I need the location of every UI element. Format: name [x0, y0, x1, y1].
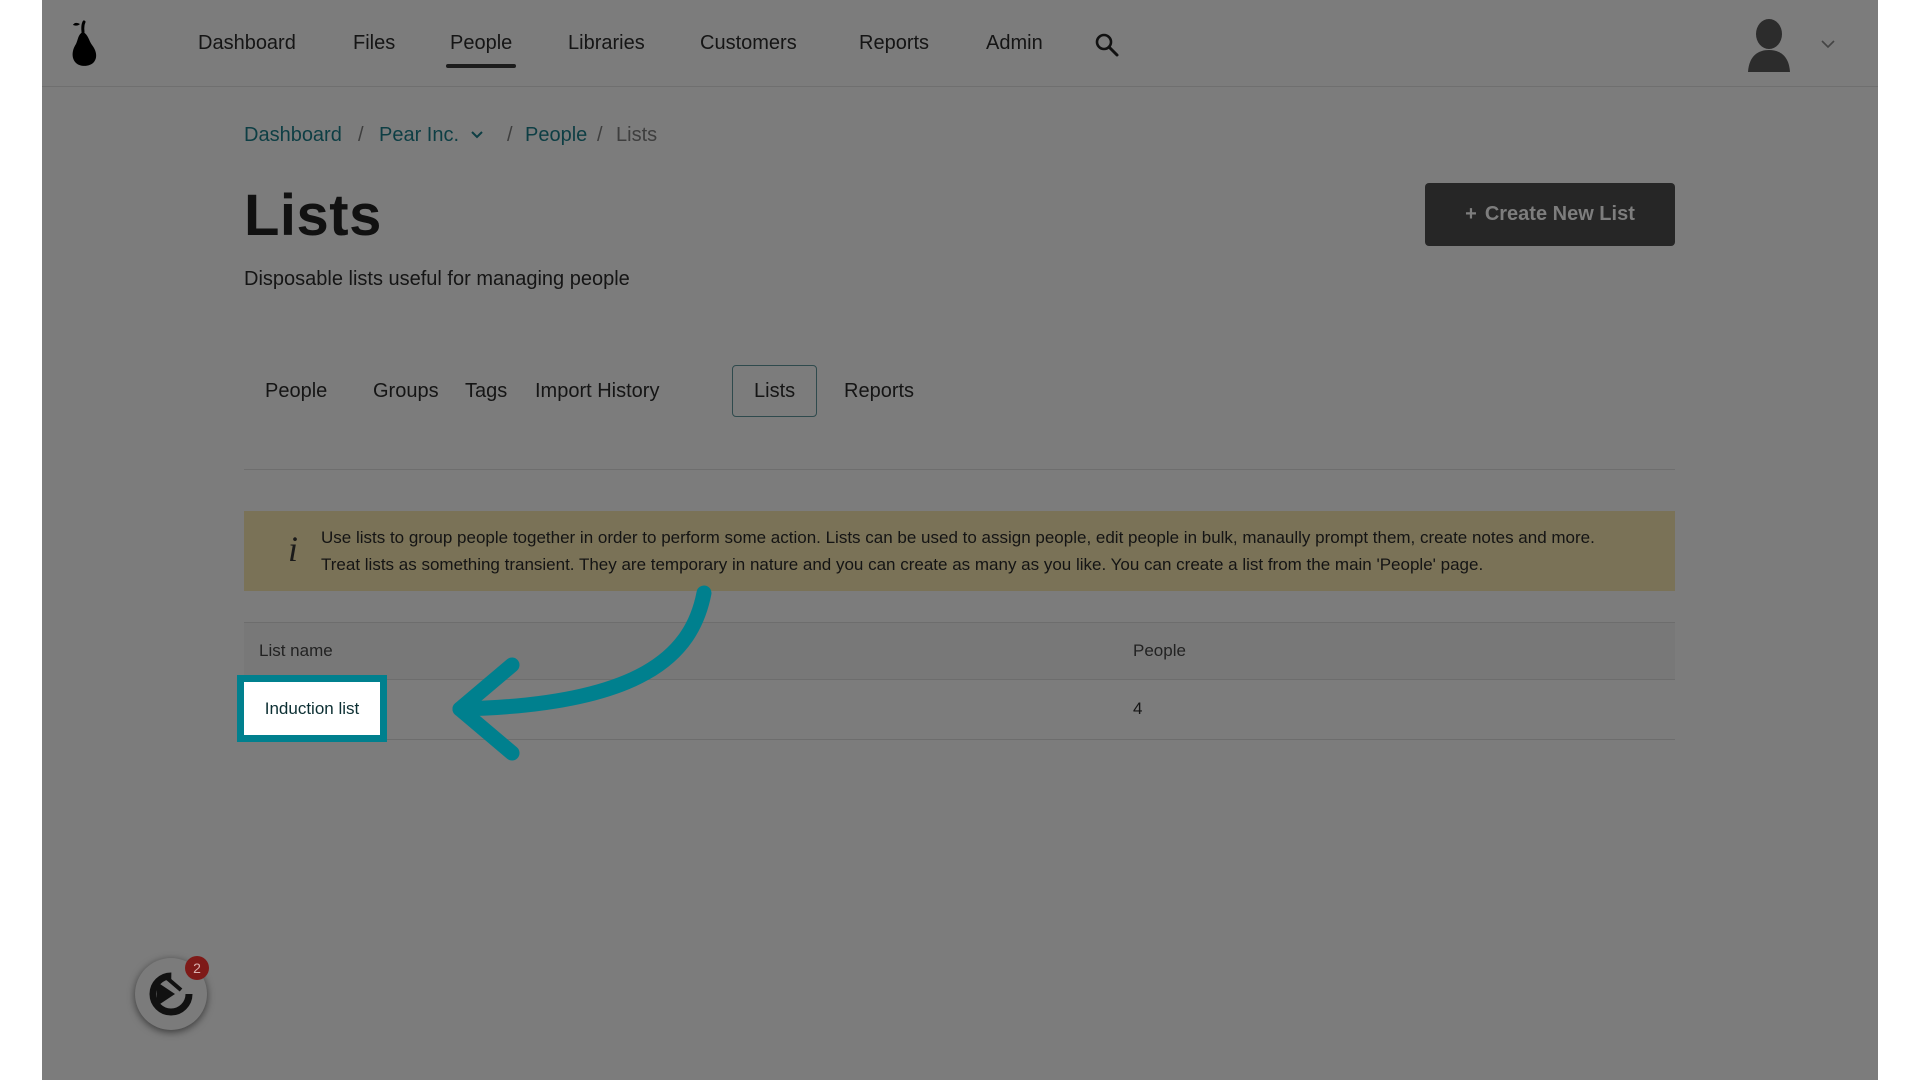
column-header-people[interactable]: People	[1133, 623, 1186, 679]
info-text: Use lists to group people together in or…	[321, 524, 1661, 578]
list-link-induction-list[interactable]: Induction list	[237, 675, 387, 742]
divider	[244, 469, 1675, 470]
breadcrumb-separator: /	[358, 124, 364, 146]
tab-lists[interactable]: Lists	[732, 365, 818, 417]
nav-libraries[interactable]: Libraries	[568, 28, 645, 58]
top-navbar: Dashboard Files People Libraries Custome…	[42, 0, 1878, 87]
tab-people[interactable]: People	[244, 365, 348, 417]
nav-files[interactable]: Files	[353, 28, 395, 58]
breadcrumb-org[interactable]: Pear Inc.	[379, 120, 459, 150]
tab-reports[interactable]: Reports	[823, 365, 935, 417]
breadcrumb-separator: /	[507, 124, 513, 146]
tab-import-history[interactable]: Import History	[514, 365, 680, 417]
breadcrumb-dashboard[interactable]: Dashboard	[244, 120, 342, 150]
page-subtitle: Disposable lists useful for managing peo…	[244, 268, 630, 290]
list-people-count: 4	[1133, 699, 1143, 718]
info-text-line: Use lists to group people together in or…	[321, 528, 1595, 547]
info-text-line: Treat lists as something transient. They…	[321, 555, 1484, 574]
column-header-list-name[interactable]: List name	[259, 623, 333, 679]
nav-customers[interactable]: Customers	[700, 28, 797, 58]
breadcrumb-current: Lists	[616, 124, 658, 146]
search-icon[interactable]	[1093, 31, 1121, 59]
plus-icon: +	[1465, 203, 1477, 225]
nav-reports[interactable]: Reports	[859, 28, 929, 58]
pear-logo-icon[interactable]	[66, 20, 102, 68]
create-new-list-label: Create New List	[1484, 203, 1635, 225]
nav-dashboard[interactable]: Dashboard	[198, 28, 296, 58]
chevron-down-icon[interactable]	[1820, 38, 1836, 50]
list-name-label: Induction list	[264, 698, 360, 718]
curved-arrow-icon	[452, 585, 712, 761]
page-title: Lists	[244, 183, 382, 248]
app-frame: Dashboard Files People Libraries Custome…	[42, 0, 1878, 1080]
nav-people[interactable]: People	[445, 28, 517, 68]
breadcrumb-people[interactable]: People	[525, 120, 587, 150]
breadcrumb-separator: /	[597, 124, 603, 146]
nav-admin[interactable]: Admin	[986, 28, 1043, 58]
chevron-down-icon[interactable]	[470, 130, 484, 140]
create-new-list-button[interactable]: + Create New List	[1425, 183, 1675, 246]
info-icon: i	[288, 529, 299, 569]
notification-badge: 2	[185, 956, 209, 980]
user-avatar-icon[interactable]	[1744, 16, 1794, 72]
